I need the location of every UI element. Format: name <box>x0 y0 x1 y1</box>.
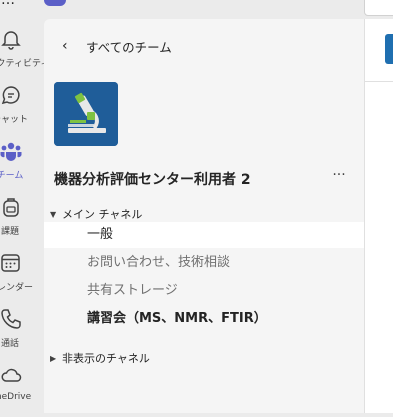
rail-label: アクティビティ <box>0 59 50 69</box>
teams-logo-icon <box>44 0 66 6</box>
divider <box>365 81 393 82</box>
team-channel-panel: ‹ すべてのチーム 機器分析評価センター利用者 2 ··· ▼ メイン チャネル… <box>44 19 364 413</box>
rail-label: カレンダー <box>0 283 34 293</box>
channel-item[interactable]: 共有ストレージ <box>44 278 364 304</box>
rail-item-chat[interactable]: チャット <box>0 81 44 137</box>
main-content <box>364 19 393 413</box>
channel-item[interactable]: 講習会（MS、NMR、FTIR） <box>44 306 364 332</box>
backpack-icon <box>3 198 19 217</box>
rail-item-calendar[interactable]: カレンダー <box>0 249 44 305</box>
team-name: 機器分析評価センター利用者 2 <box>54 172 251 188</box>
rail-label: 通話 <box>0 339 19 349</box>
section-main-channels[interactable]: ▼ メイン チャネル <box>50 206 142 222</box>
section-label: 非表示のチャネル <box>62 352 150 365</box>
rail-item-onedrive[interactable]: OneDrive <box>0 361 44 417</box>
rail-item-activity[interactable]: アクティビティ <box>0 25 50 81</box>
team-avatar[interactable] <box>54 82 118 146</box>
caret-right-icon: ▶ <box>50 353 57 363</box>
back-to-all-teams[interactable]: ‹ すべてのチーム <box>62 37 172 55</box>
section-label: メイン チャネル <box>62 208 143 221</box>
rail-item-teams[interactable]: チーム <box>0 137 44 193</box>
rail-label: チーム <box>0 171 24 181</box>
chat-icon <box>1 86 20 105</box>
channel-item[interactable]: お問い合わせ、技術相談 <box>44 250 364 276</box>
teams-icon <box>0 142 22 161</box>
title-bar: … <box>0 0 393 19</box>
rail-item-calls[interactable]: 通話 <box>0 305 44 361</box>
section-hidden-channels[interactable]: ▶ 非表示のチャネル <box>50 350 150 366</box>
caret-down-icon: ▼ <box>50 209 57 219</box>
rail-label: チャット <box>0 115 28 125</box>
team-more-options-button[interactable]: ··· <box>328 167 350 189</box>
channel-item[interactable]: 一般 <box>44 222 364 248</box>
cloud-icon <box>1 368 22 382</box>
channel-tab-icon[interactable] <box>385 34 393 64</box>
app-rail: アクティビティ チャット チーム 課題 <box>0 19 50 413</box>
calendar-icon <box>1 254 20 272</box>
back-label: すべてのチーム <box>86 39 172 55</box>
bell-icon <box>1 31 21 50</box>
rail-label: OneDrive <box>0 392 32 402</box>
rail-label: 課題 <box>0 227 19 237</box>
microscope-icon <box>54 82 118 146</box>
rail-item-assignments[interactable]: 課題 <box>0 193 44 249</box>
search-box[interactable] <box>364 0 393 16</box>
phone-icon <box>1 309 21 329</box>
chevron-left-icon: ‹ <box>62 38 68 54</box>
more-options-icon[interactable]: … <box>1 0 16 8</box>
